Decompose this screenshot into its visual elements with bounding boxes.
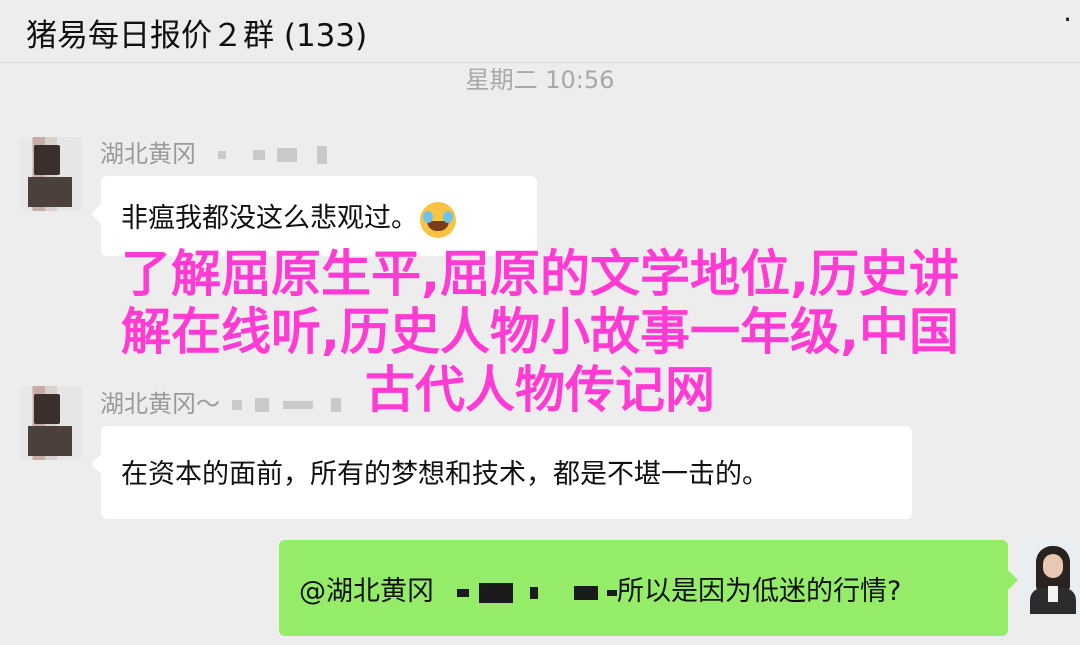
mention-text: @湖北黄冈	[299, 576, 434, 607]
sender-avatar[interactable]	[20, 137, 82, 211]
redacted-mark	[456, 588, 469, 597]
message-text: 非瘟我都没这么悲观过。	[121, 203, 418, 234]
chat-header: 猪易每日报价２群 (133) ·	[0, 0, 1080, 63]
avatar-collar	[1048, 586, 1058, 602]
self-avatar[interactable]	[1022, 540, 1080, 614]
avatar-face	[1043, 554, 1063, 578]
redacted-mark	[606, 589, 617, 596]
overlay-caption: 了解屈原生平,屈原的文学地位,历史讲 解在线听,历史人物小故事一年级,中国 古代…	[0, 245, 1080, 419]
more-options-icon[interactable]: ·	[1063, 6, 1072, 34]
redacted-mark	[217, 151, 226, 159]
sender-name: 湖北黄冈	[100, 134, 327, 169]
overlay-line: 了解屈原生平,屈原的文学地位,历史讲	[121, 245, 959, 303]
redacted-mark	[276, 148, 297, 162]
overlay-line: 古代人物传记网	[365, 361, 715, 419]
redacted-mark	[316, 146, 327, 164]
redacted-mark	[529, 586, 538, 599]
message-timestamp: 星期二 10:56	[465, 66, 615, 94]
overlay-line: 解在线听,历史人物小故事一年级,中国	[121, 303, 959, 361]
message-text: 所以是因为低迷的行情?	[616, 576, 902, 607]
redacted-mark	[479, 582, 514, 603]
message-bubble[interactable]: 在资本的面前，所有的梦想和技术，都是不堪一击的。	[91, 426, 912, 519]
self-message-bubble[interactable]: @湖北黄冈 所以是因为低迷的行情?	[279, 540, 1018, 636]
chat-title[interactable]: 猪易每日报价２群 (133)	[26, 10, 367, 55]
message-text: 在资本的面前，所有的梦想和技术，都是不堪一击的。	[121, 459, 769, 490]
redacted-mark	[574, 585, 599, 600]
sender-name-text: 湖北黄冈	[100, 140, 196, 168]
message-bubble[interactable]: 非瘟我都没这么悲观过。	[91, 176, 537, 256]
loudly-crying-face-icon	[420, 201, 456, 238]
redacted-mark	[253, 150, 266, 160]
